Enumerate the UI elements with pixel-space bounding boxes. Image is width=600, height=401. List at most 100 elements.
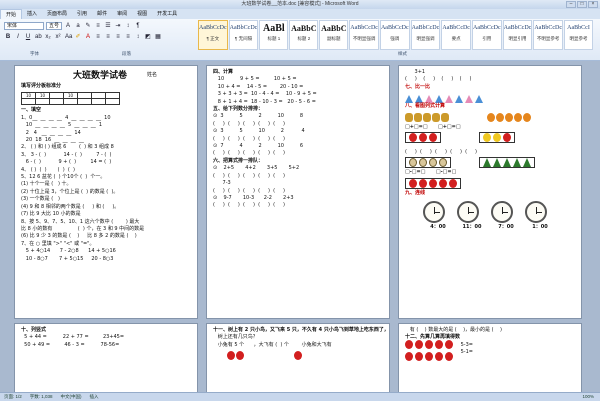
- italic-icon[interactable]: I: [14, 33, 22, 41]
- text-line: 1、0__ __ __ __ 4 __ __ __ __ 10: [21, 114, 111, 121]
- tab-references[interactable]: 引用: [72, 9, 92, 19]
- maximize-button[interactable]: □: [577, 1, 587, 8]
- shading-icon[interactable]: ◩: [144, 33, 152, 41]
- text-line: 3、 3 - ( ) 14 - ( ) 7 - ( ): [21, 151, 112, 158]
- bullets-icon[interactable]: ≡: [94, 22, 102, 30]
- indent-icon[interactable]: ⇥: [114, 22, 122, 30]
- style-gallery-item[interactable]: AaBbC 标题 2: [289, 20, 319, 50]
- clock-image: [457, 201, 479, 224]
- style-preview: AaBbCcDc: [380, 25, 409, 31]
- score-cell-empty: [105, 98, 120, 106]
- ribbon: 宋体 五号 A a ✎ ≡ ☰ ⇥ ↕ ¶ B I U ab x₂ x² Aa …: [0, 19, 600, 61]
- minimize-button[interactable]: –: [566, 1, 576, 8]
- justify-icon[interactable]: ≡: [124, 33, 132, 41]
- page-6-apples-1: [405, 339, 575, 350]
- apple-image: [503, 133, 511, 143]
- clear-format-icon[interactable]: ✎: [84, 22, 92, 30]
- text-line: 2、 ( ) 和 ( ) 组成 6 ( ) 和 3 组成 8: [21, 144, 114, 151]
- coin-image: [439, 158, 447, 168]
- align-left-icon[interactable]: ≡: [94, 33, 102, 41]
- text-line: (1) 十个一是 ( ) 十。: [21, 181, 72, 188]
- numbering-icon[interactable]: ☰: [104, 22, 112, 30]
- shrink-font-icon[interactable]: a: [74, 22, 82, 30]
- font-name-box[interactable]: 宋体: [4, 22, 44, 30]
- style-preview: AaBbCcDc: [472, 25, 501, 31]
- superscript-icon[interactable]: x²: [54, 33, 62, 41]
- pic-row-4: [405, 177, 575, 189]
- borders-icon[interactable]: ▦: [154, 33, 162, 41]
- text-line: ⊙ 3 5 10 2 4: [213, 128, 305, 135]
- text-line: 7、在 ○ 里填 ">" "<" 或 "="。: [21, 240, 95, 247]
- style-gallery-item[interactable]: AaBbCcI 明显参考: [564, 20, 593, 50]
- triangle-shape: [465, 95, 473, 104]
- style-gallery-item[interactable]: AaBbCcDc ¶ 正文: [198, 20, 228, 50]
- strikethrough-icon[interactable]: ab: [34, 33, 42, 41]
- zoom-level[interactable]: 100%: [582, 393, 594, 401]
- align-center-icon[interactable]: ≡: [104, 33, 112, 41]
- tab-view[interactable]: 视图: [132, 9, 152, 19]
- underline-icon[interactable]: U: [24, 33, 32, 41]
- subscript-icon[interactable]: x₂: [44, 33, 52, 41]
- font-color-icon[interactable]: A: [84, 33, 92, 41]
- pic-row-1: [405, 112, 575, 123]
- show-marks-icon[interactable]: ¶: [134, 22, 142, 30]
- pear-image: [493, 133, 501, 143]
- change-case-icon[interactable]: Aa: [64, 33, 72, 41]
- tree-image: [523, 158, 531, 168]
- orange-image: [523, 112, 531, 122]
- apple-image: [405, 351, 413, 361]
- page-5-content: 十一、树上有 2 只小鸟，又飞来 5 只，不久有 4 只小鸟飞到草地上吃东西了，…: [213, 327, 389, 349]
- style-gallery-item[interactable]: AaBbCcDc 要点: [441, 20, 471, 50]
- page-1-content: 一、填空 1、0__ __ __ __ 4 __ __ __ __ 10 10 _…: [21, 107, 191, 263]
- status-mode[interactable]: 插入: [90, 393, 99, 401]
- tree-image: [513, 158, 521, 168]
- window-controls: – □ ×: [566, 1, 598, 8]
- apple-image: [419, 133, 427, 143]
- coin-image: [429, 158, 437, 168]
- style-gallery-item[interactable]: AaBbCcDc 引用: [471, 20, 502, 50]
- line-spacing-icon[interactable]: ↕: [134, 33, 142, 41]
- tree-image: [483, 158, 491, 168]
- text-line: 五、给下列数分排排：: [213, 106, 264, 113]
- apple-image: [236, 351, 244, 361]
- text-line: 六、把算式排一排队：: [213, 157, 264, 164]
- triangle-shape: [455, 95, 463, 104]
- style-gallery-item[interactable]: AaBbCcDc 明显引用: [502, 20, 533, 50]
- score-cell-empty: [63, 98, 78, 106]
- tab-page-layout[interactable]: 页面布局: [42, 9, 72, 19]
- style-gallery-item[interactable]: AaBbCcDc 不明显强调: [349, 20, 379, 50]
- tab-insert[interactable]: 插入: [22, 9, 42, 19]
- font-size-box[interactable]: 五号: [46, 22, 62, 30]
- align-right-icon[interactable]: ≡: [114, 33, 122, 41]
- style-preview: AaBbCcDc: [503, 25, 532, 31]
- formula-blanks: □+□=□ □+□=□: [405, 123, 461, 130]
- highlight-icon[interactable]: ✐: [74, 33, 82, 41]
- style-gallery-item[interactable]: AaBbCcDc 强调: [379, 20, 410, 50]
- time-row: 4：00 11：00 7：00 1：00: [405, 223, 575, 230]
- style-gallery-item[interactable]: AaBl 标题 1: [259, 20, 289, 50]
- tab-home[interactable]: 开始: [0, 9, 23, 19]
- test-title: 大班数学试卷: [73, 71, 128, 81]
- coins-box: [405, 157, 451, 169]
- style-gallery-item[interactable]: AaBbCcDc 不明显参考: [533, 20, 563, 50]
- status-words[interactable]: 字数: 1,038: [30, 393, 53, 401]
- close-button[interactable]: ×: [588, 1, 598, 8]
- bold-icon[interactable]: B: [4, 33, 12, 41]
- tab-review[interactable]: 审阅: [112, 9, 132, 19]
- status-page[interactable]: 页面: 1/2: [4, 393, 22, 401]
- style-preview: AaBbC: [291, 24, 317, 33]
- text-line: ( ) ( ) ( ) ( ): [405, 76, 472, 83]
- text-line: ( ) ( ) ( ) ( ) ( ): [213, 172, 285, 179]
- text-line: ⊙ 7 4 2 10 6: [213, 143, 304, 150]
- title-bar: 大班数学试卷__范本.doc [兼容模式] - Microsoft Word –…: [0, 0, 600, 9]
- orange-image: [487, 112, 495, 122]
- status-language[interactable]: 中文(中国): [61, 393, 82, 401]
- style-label: 副标题: [327, 36, 341, 41]
- style-gallery-item[interactable]: AaBbCcDc ¶ 无间隔: [228, 20, 259, 50]
- grow-font-icon[interactable]: A: [64, 22, 72, 30]
- style-gallery-item[interactable]: AaBbC 副标题: [319, 20, 349, 50]
- tab-mailings[interactable]: 邮件: [92, 9, 112, 19]
- style-gallery-item[interactable]: AaBbCcDc 明显强调: [410, 20, 441, 50]
- tab-developer[interactable]: 开发工具: [152, 9, 182, 19]
- sort-icon[interactable]: ↕: [124, 22, 132, 30]
